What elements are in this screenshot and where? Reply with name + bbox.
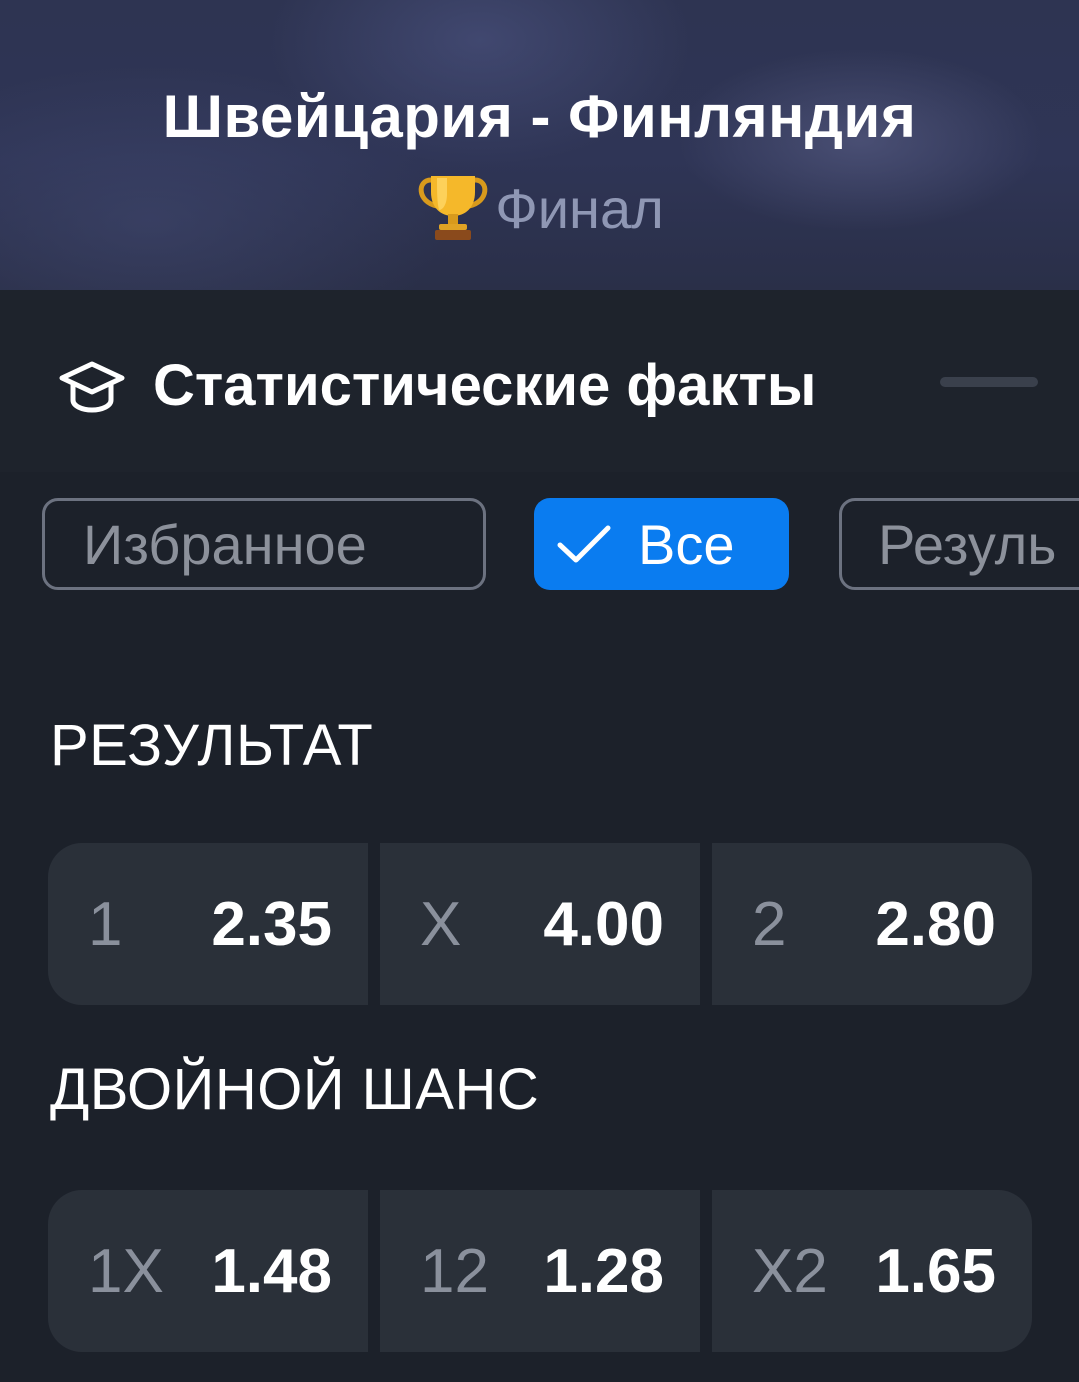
- graduation-cap-icon: [59, 361, 125, 413]
- odd-value: 1.48: [211, 1236, 332, 1306]
- odd-label: X2: [752, 1236, 828, 1306]
- odd-button[interactable]: X 4.00: [380, 843, 700, 1005]
- odd-value: 2.80: [875, 889, 996, 959]
- odd-value: 4.00: [543, 889, 664, 959]
- odd-value: 1.28: [543, 1236, 664, 1306]
- match-title: Швейцария - Финляндия: [162, 83, 917, 150]
- odd-value: 1.65: [875, 1236, 996, 1306]
- odd-button[interactable]: 12 1.28: [380, 1190, 700, 1352]
- market-title-result: РЕЗУЛЬТАТ: [50, 713, 374, 778]
- odd-button[interactable]: 1 2.35: [48, 843, 368, 1005]
- filter-chip-label: Резуль: [878, 512, 1057, 576]
- checkmark-icon: [557, 525, 611, 563]
- filter-chip-label: Все: [638, 512, 735, 576]
- filter-chip-all[interactable]: Все: [534, 498, 789, 590]
- match-stage: Финал: [0, 172, 1079, 244]
- odd-label: 12: [420, 1236, 489, 1306]
- odd-label: 1X: [88, 1236, 164, 1306]
- odd-label: X: [420, 889, 462, 959]
- filter-chips: Избранное Все Резуль: [0, 472, 1079, 622]
- match-stage-label: Финал: [495, 176, 664, 240]
- market-odds-double-chance: 1X 1.48 12 1.28 X2 1.65: [48, 1190, 1032, 1352]
- trophy-icon: [418, 176, 488, 240]
- odd-button[interactable]: X2 1.65: [712, 1190, 1032, 1352]
- odd-button[interactable]: 2 2.80: [712, 843, 1032, 1005]
- market-title-double-chance: ДВОЙНОЙ ШАНС: [50, 1057, 540, 1122]
- collapse-handle[interactable]: [940, 377, 1038, 387]
- filter-chip-results[interactable]: Резуль: [839, 498, 1079, 590]
- match-header: Швейцария - Финляндия Финал: [0, 0, 1079, 290]
- filter-chip-favorites[interactable]: Избранное: [42, 498, 486, 590]
- stats-facts-title: Статистические факты: [153, 353, 817, 418]
- odd-button[interactable]: 1X 1.48: [48, 1190, 368, 1352]
- odd-value: 2.35: [211, 889, 332, 959]
- filter-chip-label: Избранное: [83, 512, 367, 576]
- market-odds-result: 1 2.35 X 4.00 2 2.80: [48, 843, 1032, 1005]
- odd-label: 2: [752, 889, 787, 959]
- odd-label: 1: [88, 889, 123, 959]
